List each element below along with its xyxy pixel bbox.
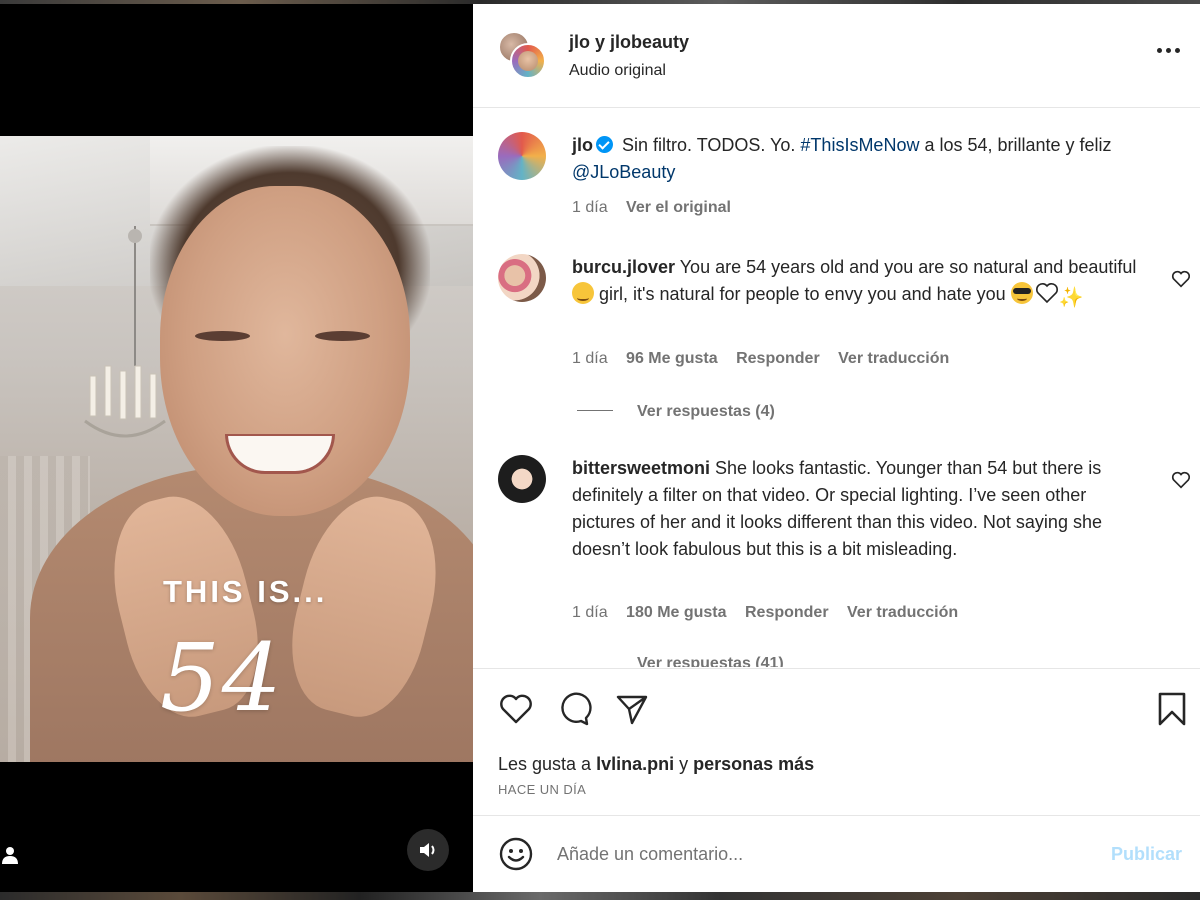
see-original-link[interactable]: Ver el original bbox=[626, 199, 731, 216]
view-replies-button[interactable]: Ver respuestas (4) bbox=[577, 403, 775, 421]
post-header: jlo y jlobeauty Audio original bbox=[473, 4, 1200, 108]
caption-text-part: a los 54, brillante y feliz bbox=[919, 135, 1112, 155]
verified-badge-icon bbox=[596, 136, 613, 153]
comment-username[interactable]: bittersweetmoni bbox=[572, 458, 710, 478]
emoji-picker-icon[interactable] bbox=[498, 836, 534, 872]
smiling-face-with-sunglasses-emoji bbox=[1010, 282, 1033, 304]
comment-time: 1 día bbox=[572, 604, 608, 621]
comment-bubble-icon[interactable] bbox=[556, 691, 592, 727]
comment-text: bittersweetmoni She looks fantastic. You… bbox=[572, 455, 1152, 563]
comment-text: burcu.jlover You are 54 years old and yo… bbox=[572, 254, 1152, 309]
translate-button[interactable]: Ver traducción bbox=[838, 350, 949, 367]
comment-text-part: You are 54 years old and you are so natu… bbox=[675, 257, 1137, 277]
save-bookmark-icon[interactable] bbox=[1154, 691, 1190, 727]
comment-item: bittersweetmoni She looks fantastic. You… bbox=[498, 455, 1191, 667]
sparkles-emoji: ✨ bbox=[1058, 287, 1084, 309]
more-dot-icon bbox=[1174, 47, 1180, 53]
like-comment-heart-icon[interactable] bbox=[1170, 268, 1192, 290]
replies-divider bbox=[577, 662, 613, 663]
comment-meta: 1 día 180 Me gusta Responder Ver traducc… bbox=[572, 604, 972, 622]
post-timestamp: HACE UN DÍA bbox=[498, 782, 587, 797]
caption-username[interactable]: jlo bbox=[572, 135, 593, 155]
comment-meta: 1 día 96 Me gusta Responder Ver traducci… bbox=[572, 350, 963, 368]
comment-input[interactable] bbox=[557, 836, 1077, 872]
post-author-title[interactable]: jlo y jlobeauty bbox=[569, 32, 689, 53]
comment-text-part: girl, it's natural for people to envy yo… bbox=[594, 284, 1011, 304]
comment-item: burcu.jlover You are 54 years old and yo… bbox=[498, 254, 1191, 424]
likes-summary-text: Les gusta a bbox=[498, 754, 597, 774]
more-dot-icon bbox=[1165, 47, 1171, 53]
avatar[interactable] bbox=[498, 455, 546, 503]
view-replies-label: Ver respuestas (41) bbox=[637, 655, 784, 667]
sound-toggle-button[interactable] bbox=[407, 829, 449, 871]
view-replies-label: Ver respuestas (4) bbox=[637, 403, 775, 420]
comment-composer: Publicar bbox=[473, 815, 1200, 892]
translate-button[interactable]: Ver traducción bbox=[847, 604, 958, 621]
tagged-user-icon[interactable] bbox=[2, 846, 18, 864]
hashtag-link[interactable]: #ThisIsMeNow bbox=[800, 135, 919, 155]
comments-scroll-area[interactable]: jlo Sin filtro. TODOS. Yo. #ThisIsMeNow … bbox=[473, 109, 1200, 667]
more-options-button[interactable] bbox=[1153, 40, 1183, 60]
share-paper-plane-icon[interactable] bbox=[614, 691, 650, 727]
post-panel: jlo y jlobeauty Audio original jlo Sin f… bbox=[473, 4, 1200, 892]
smirking-face-emoji bbox=[572, 282, 594, 304]
like-comment-heart-icon[interactable] bbox=[1170, 469, 1192, 491]
other-likers-link[interactable]: personas más bbox=[693, 754, 814, 774]
likes-summary-text: y bbox=[674, 754, 694, 774]
caption-meta: 1 día Ver el original bbox=[572, 199, 745, 217]
video-player[interactable]: THIS IS... 54 bbox=[0, 4, 473, 892]
white-heart-emoji bbox=[1035, 283, 1058, 304]
liker-username-link[interactable]: lvlina.pni bbox=[596, 754, 674, 774]
comment-likes-count[interactable]: 96 Me gusta bbox=[626, 350, 718, 367]
avatar bbox=[510, 43, 546, 79]
comment-time: 1 día bbox=[572, 350, 608, 367]
comment-likes-count[interactable]: 180 Me gusta bbox=[626, 604, 726, 621]
view-replies-button[interactable]: Ver respuestas (41) bbox=[577, 655, 784, 667]
background-strip-bottom bbox=[0, 892, 1200, 900]
avatar[interactable] bbox=[498, 132, 546, 180]
avatar[interactable] bbox=[498, 254, 546, 302]
like-heart-icon[interactable] bbox=[498, 691, 534, 727]
caption-text: jlo Sin filtro. TODOS. Yo. #ThisIsMeNow … bbox=[572, 132, 1152, 186]
caption-text-part: Sin filtro. TODOS. Yo. bbox=[617, 135, 801, 155]
collab-avatars[interactable] bbox=[498, 31, 548, 81]
post-actions: Les gusta a lvlina.pni y personas más HA… bbox=[473, 668, 1200, 815]
audio-label[interactable]: Audio original bbox=[569, 62, 666, 80]
comment-username[interactable]: burcu.jlover bbox=[572, 257, 675, 277]
publish-button[interactable]: Publicar bbox=[1111, 844, 1182, 865]
subject-eye-right bbox=[315, 331, 370, 341]
speaker-icon bbox=[420, 843, 435, 857]
likes-summary: Les gusta a lvlina.pni y personas más bbox=[498, 754, 814, 775]
video-overlay-number: 54 bbox=[160, 624, 284, 733]
more-dot-icon bbox=[1156, 47, 1162, 53]
caption-row: jlo Sin filtro. TODOS. Yo. #ThisIsMeNow … bbox=[498, 132, 1178, 227]
reply-button[interactable]: Responder bbox=[745, 604, 829, 621]
mention-link[interactable]: @JLoBeauty bbox=[572, 162, 675, 182]
caption-time: 1 día bbox=[572, 199, 608, 216]
video-frame: THIS IS... 54 bbox=[0, 136, 473, 762]
replies-divider bbox=[577, 410, 613, 411]
video-overlay-text: THIS IS... bbox=[163, 574, 328, 609]
subject-eye-left bbox=[195, 331, 250, 341]
reply-button[interactable]: Responder bbox=[736, 350, 820, 367]
